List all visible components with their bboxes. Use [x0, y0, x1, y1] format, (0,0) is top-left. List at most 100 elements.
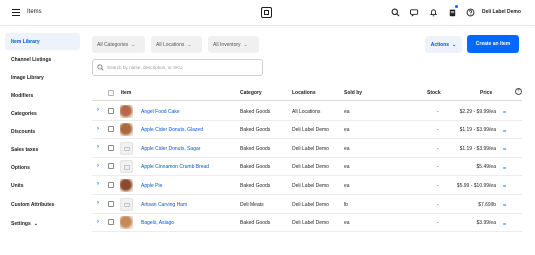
category-filter[interactable]: All Categories ⌄	[92, 36, 145, 53]
sidebar-item-label: Units	[11, 182, 24, 189]
column-header-locations[interactable]: Locations	[292, 90, 316, 96]
table-row[interactable]: › Apple Pie Baked Goods Deli Label Demo ea - $…	[92, 176, 522, 195]
search-icon[interactable]	[391, 8, 400, 17]
column-header-category[interactable]: Category	[240, 90, 262, 96]
sidebar-item-discounts[interactable]: Discounts	[5, 123, 80, 140]
expand-row-icon[interactable]: ›	[97, 126, 99, 132]
more-options-icon[interactable]: •••	[503, 221, 506, 226]
item-name[interactable]: Apple Cider Donuts, Sugar	[141, 146, 200, 152]
item-name[interactable]: Apple Cinnamon Crumb Bread	[141, 164, 209, 170]
expand-row-icon[interactable]: ›	[97, 163, 99, 169]
row-checkbox[interactable]	[108, 181, 114, 188]
row-checkbox[interactable]	[108, 219, 114, 226]
item-category: Baked Goods	[240, 164, 271, 171]
item-stock: -	[437, 127, 439, 134]
chevron-down-icon: ⌄	[131, 41, 136, 48]
sidebar-item-units[interactable]: Units	[5, 177, 80, 194]
item-sold-by: lb	[344, 201, 348, 208]
expand-row-icon[interactable]: ›	[97, 219, 99, 225]
column-header-price[interactable]: Price	[480, 90, 492, 96]
more-options-icon[interactable]: •••	[503, 109, 506, 114]
item-locations: Deli Label Demo	[292, 201, 329, 208]
item-stock: -	[437, 201, 439, 208]
table-row[interactable]: › Apple Cinnamon Crumb Bread Baked Goods De…	[92, 158, 522, 177]
sidebar-item-item-library[interactable]: Item Library	[5, 33, 80, 50]
table-header-divider	[92, 100, 522, 101]
more-options-icon[interactable]: •••	[503, 165, 506, 170]
sidebar-item-channel-listings[interactable]: Channel Listings	[5, 51, 80, 68]
more-options-icon[interactable]: •••	[503, 202, 506, 207]
more-options-icon[interactable]: •••	[503, 128, 506, 133]
row-checkbox[interactable]	[108, 107, 114, 114]
expand-row-icon[interactable]: ›	[97, 200, 99, 206]
item-name[interactable]: Angel Food Cake	[141, 109, 180, 115]
create-item-button[interactable]: Create an item	[467, 35, 519, 53]
category-filter-label: All Categories	[97, 41, 129, 48]
item-name[interactable]: Apple Cider Donuts, Glazed	[141, 127, 203, 133]
item-price: $5.49/ea	[476, 164, 496, 171]
item-price: $7.69/lb	[478, 201, 496, 208]
sidebar-item-label: Settings	[11, 220, 31, 227]
item-locations: Deli Label Demo	[292, 127, 329, 134]
column-header-stock[interactable]: Stock	[427, 90, 441, 96]
sidebar-item-image-library[interactable]: Image Library	[5, 69, 80, 86]
item-sold-by: ea	[344, 145, 350, 152]
more-options-icon[interactable]: •••	[503, 183, 506, 188]
account-name[interactable]: Deli Label Demo	[482, 9, 521, 15]
sidebar-item-settings[interactable]: Settings ⌄	[5, 215, 80, 232]
sidebar-item-label: Options	[11, 164, 30, 171]
row-checkbox[interactable]	[108, 200, 114, 207]
row-checkbox[interactable]	[108, 163, 114, 170]
search-input[interactable]	[107, 62, 257, 73]
row-checkbox[interactable]	[108, 144, 114, 151]
item-name[interactable]: Artisan Carving Ham	[141, 202, 187, 208]
sidebar-item-label: Channel Listings	[11, 56, 52, 63]
item-category: Baked Goods	[240, 108, 271, 115]
item-stock: -	[437, 145, 439, 152]
expand-row-icon[interactable]: ›	[97, 144, 99, 150]
item-stock: -	[437, 164, 439, 171]
location-filter[interactable]: All Locations ⌄	[151, 36, 202, 53]
table-row[interactable]: › Artisan Carving Ham Deli Meats Deli Label…	[92, 195, 522, 214]
item-category: Baked Goods	[240, 145, 271, 152]
clipboard-icon[interactable]	[448, 8, 457, 17]
expand-row-icon[interactable]: ›	[97, 107, 99, 113]
sidebar-item-label: Modifiers	[11, 92, 34, 99]
inventory-filter-label: All Inventory	[213, 41, 241, 48]
sidebar-item-sales-taxes[interactable]: Sales taxes	[5, 141, 80, 158]
item-sold-by: ea	[344, 182, 350, 189]
sidebar-item-categories[interactable]: Categories	[5, 105, 80, 122]
image-placeholder-icon	[120, 160, 133, 174]
table-row[interactable]: › Bagels, Asiago Baked Goods Deli Label Dem…	[92, 214, 522, 233]
column-header-item[interactable]: Item	[121, 90, 131, 96]
notification-badge	[455, 5, 458, 8]
chevron-down-icon: ⌄	[452, 41, 457, 48]
search-box[interactable]	[92, 59, 263, 76]
search-icon	[97, 64, 104, 71]
more-options-icon[interactable]: •••	[503, 146, 506, 151]
chevron-down-icon: ⌄	[33, 220, 38, 227]
actions-button[interactable]: Actions ⌄	[425, 36, 462, 53]
table-row[interactable]: › Angel Food Cake Baked Goods All Locations…	[92, 102, 522, 121]
help-icon[interactable]	[466, 8, 475, 17]
location-filter-label: All Locations	[156, 41, 185, 48]
column-header-sold-by[interactable]: Sold by	[344, 90, 362, 96]
item-name[interactable]: Apple Pie	[141, 183, 162, 189]
item-name[interactable]: Bagels, Asiago	[141, 220, 174, 226]
row-checkbox[interactable]	[108, 126, 114, 133]
sidebar-item-modifiers[interactable]: Modifiers	[5, 87, 80, 104]
sidebar-item-label: Image Library	[11, 74, 44, 81]
inventory-filter[interactable]: All Inventory ⌄	[208, 36, 259, 53]
chat-icon[interactable]	[410, 8, 419, 17]
table-row[interactable]: › Apple Cider Donuts, Sugar Baked Goods Del…	[92, 139, 522, 158]
bell-icon[interactable]	[429, 8, 438, 17]
sidebar-item-label: Sales taxes	[11, 146, 39, 153]
sidebar-item-options[interactable]: Options	[5, 159, 80, 176]
expand-row-icon[interactable]: ›	[97, 181, 99, 187]
square-logo-icon[interactable]	[261, 7, 272, 18]
sidebar-item-custom-attributes[interactable]: Custom Attributes	[5, 196, 80, 213]
table-row[interactable]: › Apple Cider Donuts, Glazed Baked Goods De…	[92, 121, 522, 140]
add-column-icon[interactable]: +	[515, 88, 522, 95]
select-all-checkbox[interactable]	[108, 89, 114, 96]
menu-icon[interactable]	[12, 9, 20, 16]
